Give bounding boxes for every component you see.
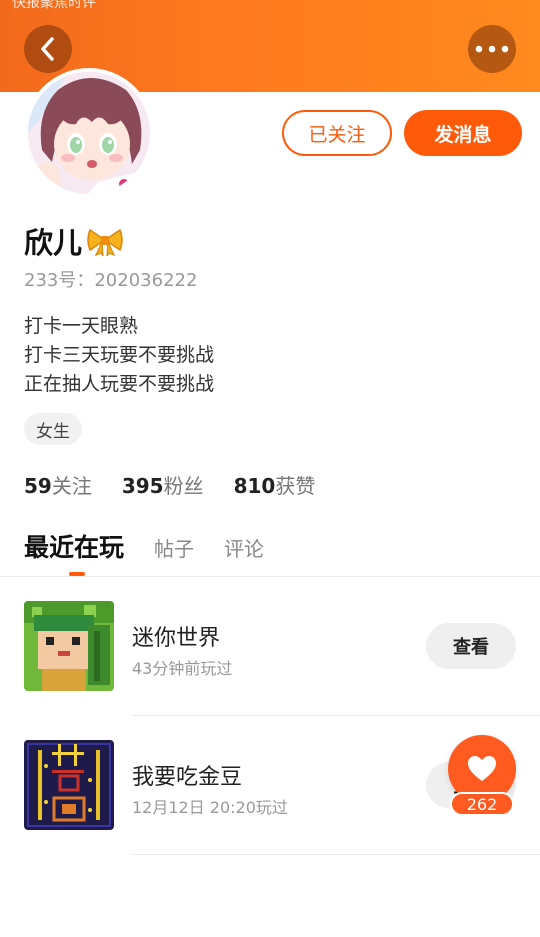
game-icon (24, 740, 114, 830)
followers-stat[interactable]: 395 粉丝 (122, 470, 204, 499)
back-button[interactable] (24, 25, 72, 73)
tab-comments[interactable]: 评论 (224, 533, 264, 562)
bow-icon (87, 228, 123, 256)
profile-name: 欣儿 (24, 220, 124, 262)
game-title: 我要吃金豆 (132, 765, 243, 790)
gender-tag: 女生 (24, 413, 82, 445)
bio-line: 打卡一天眼熟 (24, 315, 139, 337)
following-stat[interactable]: 59 关注 (24, 470, 92, 499)
view-game-button[interactable]: 查看 (426, 623, 516, 669)
row-divider (132, 854, 540, 855)
avatar[interactable] (24, 68, 154, 198)
tab-recently-played[interactable]: 最近在玩 (24, 528, 124, 564)
following-count: 59 (24, 474, 52, 498)
avatar-image (28, 72, 150, 194)
more-dots-icon (475, 45, 509, 53)
chevron-left-icon (41, 37, 54, 61)
likes-stat[interactable]: 810 获赞 (234, 470, 316, 499)
bio-line: 正在抽人玩要不要挑战 (24, 373, 215, 395)
following-label: 关注 (51, 474, 92, 498)
game-last-played: 12月12日 20:20玩过 (132, 798, 288, 817)
status-bar-text: 快报聚焦时评 (12, 0, 96, 11)
game-icon (24, 601, 114, 691)
bio-line: 打卡三天玩要不要挑战 (24, 344, 215, 366)
tab-posts[interactable]: 帖子 (154, 533, 194, 562)
send-message-button[interactable]: 发消息 (404, 110, 522, 156)
followers-label: 粉丝 (163, 474, 204, 498)
likes-label: 获赞 (275, 474, 316, 498)
more-button[interactable] (468, 25, 516, 73)
bio: 打卡一天眼熟 打卡三天玩要不要挑战 正在抽人玩要不要挑战 (24, 312, 214, 399)
list-item[interactable]: 迷你世界 43分钟前玩过 查看 (0, 578, 540, 716)
like-count-badge: 262 (450, 792, 514, 816)
heart-icon (468, 756, 496, 781)
followers-count: 395 (121, 474, 164, 498)
game-title: 迷你世界 (132, 626, 221, 651)
profile-name-text: 欣儿 (24, 226, 83, 260)
tab-divider (0, 576, 540, 577)
row-divider (132, 715, 540, 716)
game-last-played: 43分钟前玩过 (132, 659, 233, 678)
likes-count: 810 (233, 474, 276, 498)
profile-tabs: 最近在玩 帖子 评论 (24, 528, 294, 564)
stats: 59 关注 395 粉丝 810 获赞 (24, 470, 345, 499)
user-id: 233号：202036222 (24, 270, 198, 291)
followed-button[interactable]: 已关注 (282, 110, 392, 156)
